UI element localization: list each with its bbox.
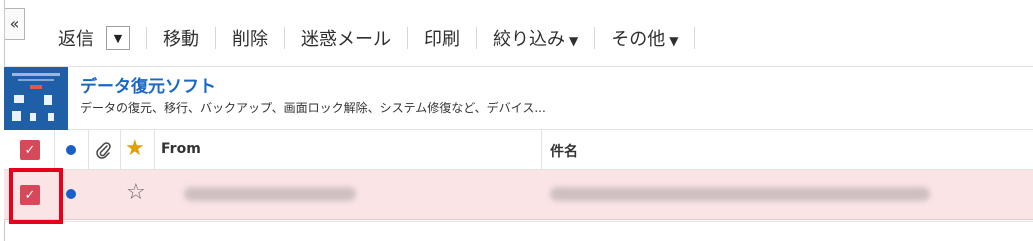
spam-button[interactable]: 迷惑メール [301, 25, 391, 51]
column-divider [120, 130, 121, 170]
chevron-down-icon: ▼ [113, 31, 123, 45]
filter-dropdown[interactable]: 絞り込み ▼ [493, 25, 578, 51]
toolbar-divider [284, 27, 285, 49]
delete-button[interactable]: 削除 [232, 25, 268, 51]
paperclip-icon[interactable] [95, 141, 112, 160]
unread-dot-icon[interactable] [66, 189, 76, 199]
message-list-header: ✓ ★ From 件名 [4, 130, 1033, 170]
column-divider [54, 130, 55, 170]
select-all-checkbox[interactable]: ✓ [20, 140, 40, 160]
move-button[interactable]: 移動 [163, 25, 199, 51]
print-button[interactable]: 印刷 [424, 25, 460, 51]
ad-thumbnail-image [4, 67, 68, 131]
toolbar-divider [476, 27, 477, 49]
row-divider [4, 221, 1033, 222]
filter-label: 絞り込み [493, 29, 565, 50]
message-toolbar: 返信 ▼ 移動 削除 迷惑メール 印刷 絞り込み ▼ その他 ▼ [58, 24, 711, 52]
collapse-sidebar-button[interactable]: « [5, 8, 25, 40]
ad-title-link[interactable]: データ復元ソフト [80, 72, 216, 97]
column-divider [88, 130, 89, 170]
from-column-header[interactable]: From [161, 141, 201, 157]
ad-description: データの復元、移行、バックアップ、画面ロック解除、システム修復など、デバイス..… [80, 101, 546, 115]
toolbar-divider [146, 27, 147, 49]
column-divider [154, 130, 155, 170]
other-dropdown[interactable]: その他 ▼ [611, 25, 678, 51]
subject-redacted [550, 187, 930, 201]
checkmark-icon: ✓ [24, 142, 36, 158]
reply-button[interactable]: 返信 [58, 25, 94, 51]
star-header-icon[interactable]: ★ [125, 136, 145, 162]
column-divider [541, 130, 542, 170]
subject-column-header[interactable]: 件名 [550, 141, 578, 161]
reply-options-dropdown[interactable]: ▼ [106, 26, 130, 50]
unread-dot-icon[interactable] [66, 145, 76, 155]
message-row[interactable]: ✓ ☆ [4, 170, 1033, 220]
toolbar-divider [407, 27, 408, 49]
toolbar-divider [215, 27, 216, 49]
from-redacted [184, 187, 356, 201]
toolbar-divider [694, 27, 696, 49]
ad-banner[interactable]: データ復元ソフト データの復元、移行、バックアップ、画面ロック解除、システム修復… [4, 66, 1033, 131]
caret-down-icon: ▼ [569, 34, 579, 48]
caret-down-icon: ▼ [669, 34, 679, 48]
double-chevron-left-icon: « [9, 14, 20, 33]
highlight-annotation-box [9, 168, 63, 224]
star-outline-icon[interactable]: ☆ [126, 180, 146, 206]
toolbar-divider [594, 27, 596, 49]
other-label: その他 [611, 29, 666, 50]
